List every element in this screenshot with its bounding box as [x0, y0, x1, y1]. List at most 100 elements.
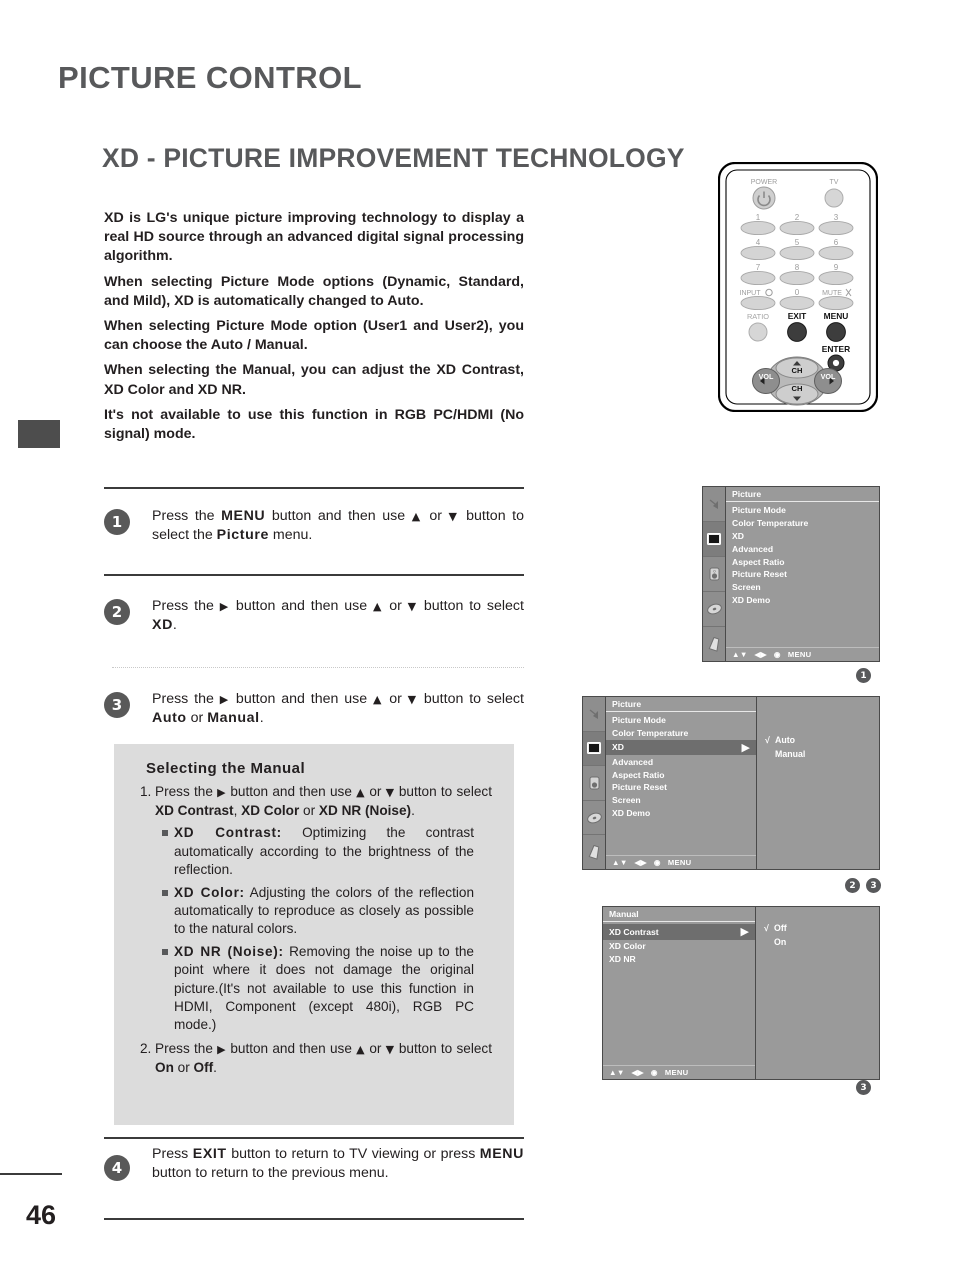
- osd-3-row-label: XD NR: [609, 953, 636, 964]
- note-sub-xd-color: XD Color: Adjusting the colors of the re…: [162, 884, 492, 939]
- note-item-1-tail: .: [411, 803, 415, 819]
- remote-menu-label: MENU: [824, 311, 849, 321]
- disc-icon[interactable]: [583, 801, 605, 836]
- osd-3-option-off[interactable]: √ Off: [764, 921, 879, 935]
- remote-power-label: POWER: [751, 179, 777, 186]
- note-item-2-text: Press the ▶ button and then use ▲ or ▼ b…: [155, 1040, 492, 1077]
- osd-2-row-aspect-ratio[interactable]: Aspect Ratio: [606, 768, 756, 781]
- step-3-key-manual: Manual: [207, 710, 260, 727]
- osd-1-nav-bar: ▲▼ ◀▶ ◉ MENU: [726, 647, 879, 661]
- osd-1-row-advanced[interactable]: Advanced: [726, 542, 879, 555]
- osd-2-row-picture-mode[interactable]: Picture Mode: [606, 714, 756, 727]
- osd-1-row-xd[interactable]: XD: [726, 530, 879, 543]
- right-arrow-icon: ▶: [219, 693, 231, 706]
- osd-2-row-screen[interactable]: Screen: [606, 794, 756, 807]
- remote-icon[interactable]: [703, 627, 725, 661]
- step-1-key-picture: Picture: [216, 527, 269, 544]
- osd-2-option-manual[interactable]: Manual: [765, 747, 879, 761]
- osd-1-row-picture-mode[interactable]: Picture Mode: [726, 504, 879, 517]
- step-1-mid: button and then use: [265, 508, 412, 524]
- remote-ch-up-label: CH: [792, 366, 803, 375]
- step-1-pre: Press the: [152, 508, 222, 524]
- step-3-or: or: [383, 691, 408, 707]
- right-arrow-icon: ▶: [217, 786, 227, 799]
- osd-1-row-label: Aspect Ratio: [732, 556, 785, 567]
- check-icon: √: [764, 923, 769, 933]
- note-item-1-mid: button and then use: [226, 784, 357, 799]
- osd-2-option-auto[interactable]: √ Auto: [765, 733, 879, 747]
- sound-icon[interactable]: [583, 697, 605, 732]
- ok-icon: ◉: [650, 1068, 658, 1077]
- osd-2-step-badge-a: 2: [845, 878, 860, 893]
- timer-icon[interactable]: 0: [703, 557, 725, 592]
- ok-icon: ◉: [653, 858, 661, 867]
- remote-icon[interactable]: [583, 835, 605, 869]
- svg-text:1: 1: [756, 213, 761, 222]
- osd-2-row-xd-demo[interactable]: XD Demo: [606, 806, 756, 819]
- svg-text:8: 8: [795, 263, 800, 272]
- osd-3-option-label: Off: [774, 923, 787, 933]
- osd-2-row-label: Picture Reset: [612, 782, 667, 793]
- remote-mute-label: MUTE: [822, 290, 842, 297]
- updown-arrows-icon: ▲▼: [609, 1068, 625, 1077]
- note-key-xd-color: XD Color: [241, 803, 300, 819]
- square-bullet-icon: [162, 830, 168, 837]
- intro-paragraph-1: XD is LG's unique picture improving tech…: [104, 210, 524, 265]
- picture-icon[interactable]: [703, 522, 725, 557]
- step-2-tail: .: [172, 617, 177, 634]
- osd-3-row-label: XD Color: [609, 941, 646, 952]
- note-key-xd-nr: XD NR (Noise): [318, 803, 412, 819]
- manual-page: PICTURE CONTROL 46 PICTURE CONTROL XD - …: [0, 0, 954, 1272]
- osd-2-nav-bar: ▲▼ ◀▶ ◉ MENU: [606, 855, 756, 869]
- section-title: XD - PICTURE IMPROVEMENT TECHNOLOGY: [102, 143, 685, 173]
- step-4-key-menu: MENU: [479, 1146, 524, 1162]
- note-key-xd-contrast: XD Contrast: [155, 803, 234, 819]
- check-icon: √: [765, 735, 770, 745]
- down-arrow-icon: ▼: [385, 1042, 395, 1056]
- osd-2-row-color-temperature[interactable]: Color Temperature: [606, 727, 756, 740]
- step-1-number: 1: [104, 509, 130, 535]
- note-sub-term-2: XD Color:: [174, 884, 245, 900]
- note-sep-2: or: [299, 803, 319, 819]
- osd-2-row-label: Picture Mode: [612, 715, 666, 726]
- note-sub-xd-contrast: XD Contrast: Optimizing the contrast aut…: [162, 824, 492, 879]
- osd-1-row-picture-reset[interactable]: Picture Reset: [726, 568, 879, 581]
- right-arrow-icon: ▶: [219, 600, 231, 613]
- updown-arrows-icon: ▲▼: [732, 650, 748, 659]
- step-4-text: Press EXIT button to return to TV viewin…: [152, 1145, 524, 1184]
- timer-icon[interactable]: [583, 766, 605, 801]
- divider-top: [104, 487, 524, 489]
- osd-3-row-xd-contrast-selected[interactable]: XD Contrast ▶: [603, 924, 755, 940]
- step-4: 4 Press EXIT button to return to TV view…: [104, 1145, 524, 1184]
- step-2-pre: Press the: [152, 598, 220, 614]
- step-3-mid2: or: [186, 710, 208, 727]
- sound-icon[interactable]: [703, 487, 725, 522]
- osd-2-row-picture-reset[interactable]: Picture Reset: [606, 781, 756, 794]
- note-item-2-number: 2.: [140, 1040, 152, 1056]
- step-3-text: Press the ▶ button and then use ▲ or ▼ b…: [152, 690, 524, 729]
- up-arrow-icon: ▲: [372, 693, 384, 706]
- leftright-arrows-icon: ◀▶: [754, 650, 767, 659]
- picture-icon[interactable]: [583, 731, 605, 767]
- osd-2-row-advanced[interactable]: Advanced: [606, 755, 756, 768]
- note-sub-term-1: XD Contrast:: [174, 825, 282, 841]
- up-arrow-icon: ▲: [356, 786, 366, 799]
- osd-1-row-xd-demo[interactable]: XD Demo: [726, 593, 879, 606]
- page-title: PICTURE CONTROL: [58, 60, 362, 95]
- note-item-1-number: 1.: [140, 784, 152, 799]
- osd-1-row-aspect-ratio[interactable]: Aspect Ratio: [726, 555, 879, 568]
- updown-arrows-icon: ▲▼: [612, 858, 628, 867]
- osd-3-row-xd-color[interactable]: XD Color: [603, 940, 755, 953]
- osd-3-row-xd-nr[interactable]: XD NR: [603, 953, 755, 966]
- osd-1-row-color-temperature[interactable]: Color Temperature: [726, 517, 879, 530]
- disc-icon[interactable]: [703, 592, 725, 627]
- note-item-1-or: or: [365, 784, 386, 799]
- osd-1-body: Picture Picture Mode Color Temperature X…: [726, 487, 879, 661]
- osd-3-option-on[interactable]: On: [764, 935, 879, 949]
- osd-2-row-xd-selected[interactable]: XD ▶: [606, 739, 756, 756]
- divider-step1-step2: [104, 574, 524, 576]
- osd-manual-menu-3: Manual XD Contrast ▶ XD Color XD NR ▲▼ ◀▶…: [602, 906, 880, 1080]
- intro-paragraph-5: It's not available to use this function …: [104, 406, 524, 443]
- osd-1-row-screen[interactable]: Screen: [726, 581, 879, 594]
- remote-tv-label: TV: [830, 179, 839, 186]
